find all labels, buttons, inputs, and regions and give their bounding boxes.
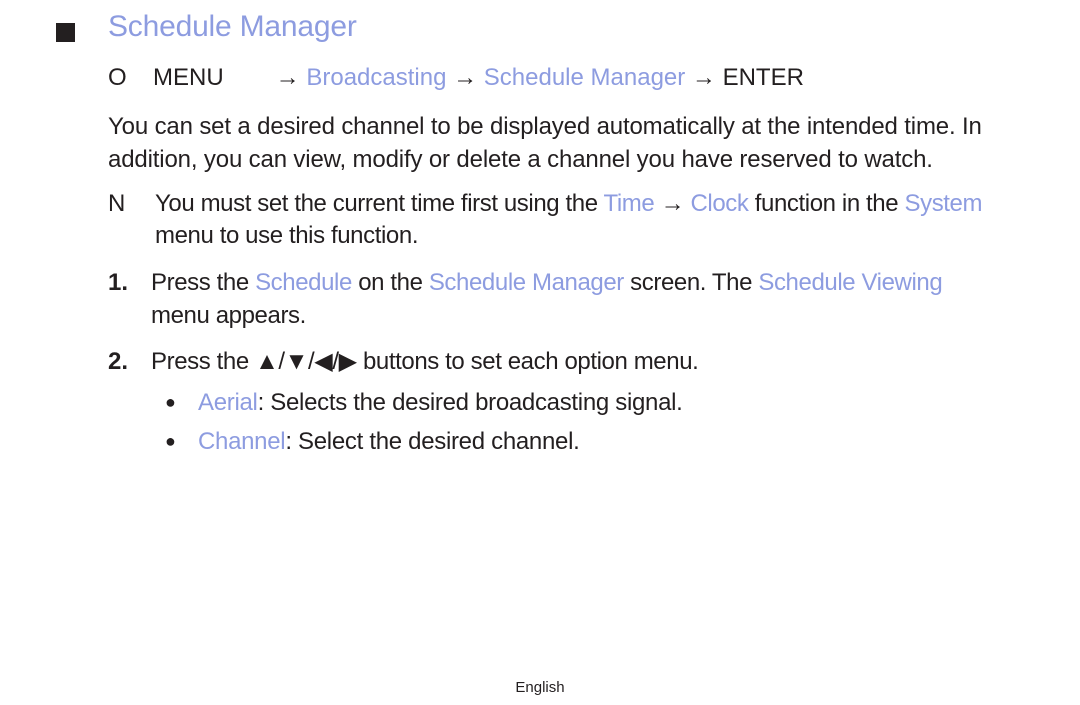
note-text-part: menu to use this function. xyxy=(155,222,419,249)
bullet-description: : Select the desired channel. xyxy=(285,428,580,455)
bullet-description: : Selects the desired broadcasting signa… xyxy=(257,389,683,416)
menu-key: MENU xyxy=(153,64,224,91)
step-text-part: on the xyxy=(351,269,429,296)
step-number: 1. xyxy=(108,269,129,296)
direction-buttons-icon: ▲/▼/◀/▶ xyxy=(255,348,357,375)
term-time: Time xyxy=(603,190,655,217)
section-header xyxy=(56,12,75,52)
step-number: 2. xyxy=(108,348,129,375)
note: N You must set the current time first us… xyxy=(108,188,1008,252)
list-item: ● Aerial: Selects the desired broadcasti… xyxy=(165,386,683,419)
note-icon: N xyxy=(108,190,126,217)
path-arrow: → xyxy=(269,64,307,91)
step-text: Press the ▲/▼/◀/▶ buttons to set each op… xyxy=(151,345,988,378)
term-clock: Clock xyxy=(690,190,749,217)
note-text-part: You must set the current time first usin… xyxy=(155,190,604,217)
path-schedule-manager: Schedule Manager xyxy=(483,64,686,91)
step-text: Press the Schedule on the Schedule Manag… xyxy=(151,266,988,332)
note-arrow: → xyxy=(654,190,691,217)
step-text-part: Press the xyxy=(151,348,256,375)
section-square-icon xyxy=(56,22,75,42)
bullet-icon: ● xyxy=(165,431,176,451)
menu-path: O MENU → Broadcasting → Schedule Manager … xyxy=(108,64,804,92)
term-schedule-viewing: Schedule Viewing xyxy=(758,269,943,296)
step-text-part: buttons to set each option menu. xyxy=(356,348,699,375)
enter-key: ENTER xyxy=(722,64,804,91)
path-arrow: → xyxy=(446,64,484,91)
term-channel: Channel xyxy=(198,428,286,455)
term-schedule: Schedule xyxy=(255,269,352,296)
note-text-part: function in the xyxy=(748,190,905,217)
list-item: ● Channel: Select the desired channel. xyxy=(165,425,580,458)
step-2: 2. Press the ▲/▼/◀/▶ buttons to set each… xyxy=(108,345,988,378)
page-footer-language: English xyxy=(515,679,565,696)
term-schedule-manager: Schedule Manager xyxy=(428,269,624,296)
step-text-part: Press the xyxy=(151,269,256,296)
intro-paragraph: You can set a desired channel to be disp… xyxy=(108,113,982,173)
step-1: 1. Press the Schedule on the Schedule Ma… xyxy=(108,266,988,332)
path-broadcasting: Broadcasting xyxy=(306,64,447,91)
step-text-part: menu appears. xyxy=(151,302,306,329)
menu-path-marker-icon: O xyxy=(108,64,127,91)
term-aerial: Aerial xyxy=(198,389,258,416)
bullet-icon: ● xyxy=(165,392,176,412)
term-system: System xyxy=(904,190,983,217)
path-arrow: → xyxy=(685,64,723,91)
note-text: You must set the current time first usin… xyxy=(155,188,1008,252)
step-text-part: screen. The xyxy=(623,269,759,296)
page-title: Schedule Manager xyxy=(108,10,357,43)
